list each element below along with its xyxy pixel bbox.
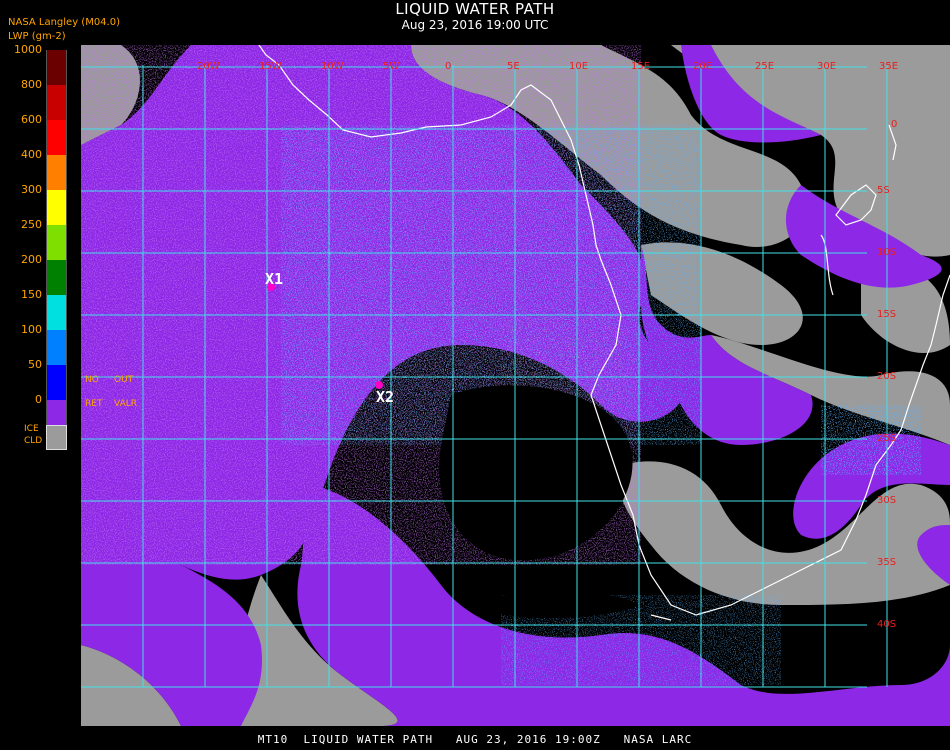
lat-label-35S: 35S	[877, 557, 896, 568]
lat-label-0: 0	[891, 119, 897, 130]
legend-tick-250: 250	[21, 218, 42, 231]
lon-label-30E: 30E	[817, 61, 836, 72]
legend-out-label: OUT	[114, 375, 134, 385]
legend-swatch-4	[46, 190, 67, 225]
product-label: NASA Langley (M04.0)	[8, 17, 120, 28]
footer-caption: MT10 LIQUID WATER PATH AUG 23, 2016 19:0…	[257, 733, 693, 746]
legend-tick-300: 300	[21, 183, 42, 196]
legend-swatch-8	[46, 330, 67, 365]
legend-tick-400: 400	[21, 148, 42, 161]
marker-x1-label: X1	[265, 270, 283, 288]
lon-label-0: 0	[445, 61, 451, 72]
lat-label-20S: 20S	[877, 371, 896, 382]
legend-swatch-0	[46, 50, 67, 85]
lon-label-15W: 15W	[259, 61, 282, 72]
legend-swatch-1	[46, 85, 67, 120]
lat-label-25S: 25S	[877, 433, 896, 444]
legend-ice-swatch	[46, 425, 67, 450]
legend-tick-0: 0	[35, 393, 42, 406]
lat-label-5S: 5S	[877, 185, 890, 196]
lon-label-15E: 15E	[631, 61, 650, 72]
legend-swatch-7	[46, 295, 67, 330]
legend-tick-50: 50	[28, 358, 42, 371]
map-title: LIQUID WATER PATH	[395, 0, 555, 18]
legend-swatch-5	[46, 225, 67, 260]
legend-ret-label: RET	[85, 399, 103, 409]
lon-label-5W: 5W	[383, 61, 399, 72]
legend-tick-800: 800	[21, 78, 42, 91]
legend-swatch-2	[46, 120, 67, 155]
lat-label-15S: 15S	[877, 309, 896, 320]
legend-tick-100: 100	[21, 323, 42, 336]
lon-label-35E: 35E	[879, 61, 898, 72]
color-legend: 1000 800 600 400 300 250 200 150 100 50 0	[0, 43, 80, 456]
legend-tick-200: 200	[21, 253, 42, 266]
lon-label-20W: 20W	[197, 61, 220, 72]
lon-label-25E: 25E	[755, 61, 774, 72]
legend-tick-1000: 1000	[14, 43, 42, 56]
satellite-map: 20W 15W 10W 5W 0 5E 10E 15E 20E 25E 30E 35E 0 5S 10S 15…	[81, 45, 950, 726]
legend-swatch-6	[46, 260, 67, 295]
lat-label-40S: 40S	[877, 619, 896, 630]
legend-no-label: NO	[85, 375, 99, 385]
lon-label-10E: 10E	[569, 61, 588, 72]
lat-label-10S: 10S	[877, 247, 896, 258]
lat-label-30S: 30S	[877, 495, 896, 506]
map-datetime: Aug 23, 2016 19:00 UTC	[401, 18, 549, 32]
legend-swatch-3	[46, 155, 67, 190]
legend-cld-label: CLD	[24, 436, 43, 446]
marker-x2-label: X2	[376, 388, 394, 406]
legend-ice-label: ICE	[24, 424, 39, 434]
legend-tick-150: 150	[21, 288, 42, 301]
units-label: LWP (gm-2)	[8, 31, 66, 42]
lon-label-20E: 20E	[693, 61, 712, 72]
legend-tick-600: 600	[21, 113, 42, 126]
lon-label-10W: 10W	[321, 61, 344, 72]
lon-label-5E: 5E	[507, 61, 520, 72]
legend-valr-label: VALR	[114, 399, 138, 409]
legend-swatch-9	[46, 365, 67, 400]
marker-x1[interactable]: X1	[265, 270, 283, 291]
